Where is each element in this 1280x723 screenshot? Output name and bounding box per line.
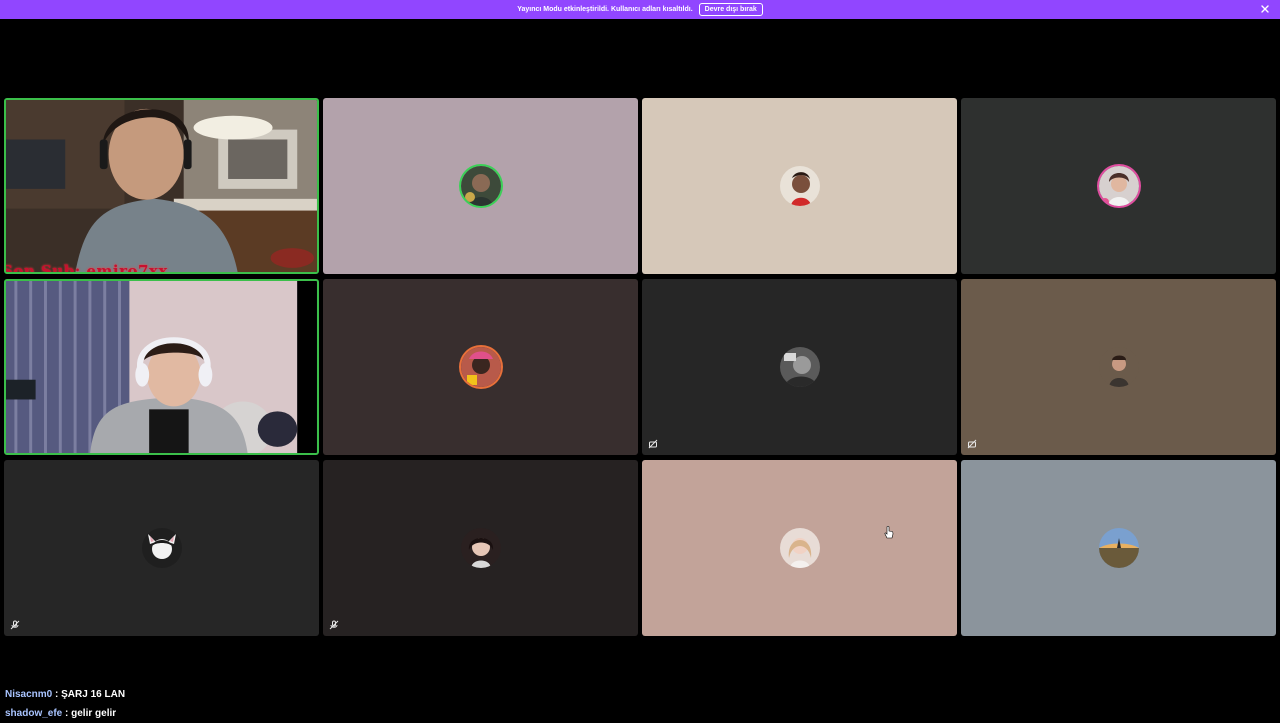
participant-tile-10[interactable]: [323, 460, 638, 636]
muted-mic-icon: [10, 620, 20, 630]
participant-avatar: [779, 528, 820, 568]
streamer-mode-text: Yayıncı Modu etkinleştirildi. Kullanıcı …: [517, 6, 693, 13]
participant-tile-3[interactable]: [642, 98, 957, 274]
chat-text: ŞARJ 16 LAN: [61, 689, 126, 700]
participant-tile-12[interactable]: [961, 460, 1276, 636]
chat-text: gelir gelir: [71, 708, 117, 719]
participant-avatar: [460, 528, 501, 568]
chat-message: Nisacnm0 : ŞARJ 16 LAN: [5, 689, 126, 700]
camera-off-icon: [648, 439, 658, 449]
participant-avatar: [141, 528, 182, 568]
participant-tile-11[interactable]: [642, 460, 957, 636]
chat-message: shadow_efe : gelir gelir: [5, 708, 117, 719]
participant-avatar: [460, 347, 501, 387]
participant-avatar: [779, 347, 820, 387]
camera-off-icon: [967, 439, 977, 449]
participant-avatar: [779, 166, 820, 206]
muted-mic-icon: [329, 620, 339, 630]
chat-username: shadow_efe: [5, 708, 63, 719]
participant-avatar: [1098, 166, 1139, 206]
participant-video-tile-5[interactable]: [4, 279, 319, 455]
participant-tile-8[interactable]: [961, 279, 1276, 455]
streamer-mode-banner: Yayıncı Modu etkinleştirildi. Kullanıcı …: [0, 0, 1280, 19]
participant-video-tile-1[interactable]: Son Sub: emiro7xx: [4, 98, 319, 274]
chat-username: Nisacnm0: [5, 689, 53, 700]
participant-tile-2[interactable]: [323, 98, 638, 274]
participant-avatar: [1098, 528, 1139, 568]
webcam-video-1: [6, 100, 317, 272]
hand-cursor-icon: [884, 526, 894, 539]
participant-tile-9[interactable]: [4, 460, 319, 636]
last-sub-overlay: Son Sub: emiro7xx: [4, 262, 168, 274]
participant-grid: Son Sub: emiro7xx: [4, 98, 1276, 637]
chat-overlay: Nisacnm0 : ŞARJ 16 LAN shadow_efe : geli…: [5, 685, 125, 723]
participant-tile-6[interactable]: [323, 279, 638, 455]
participant-tile-4[interactable]: [961, 98, 1276, 274]
participant-avatar: [460, 166, 501, 206]
disable-streamer-mode-button[interactable]: Devre dışı bırak: [698, 3, 763, 16]
close-icon[interactable]: [1259, 3, 1271, 15]
participant-tile-7[interactable]: [642, 279, 957, 455]
participant-avatar: [1098, 347, 1139, 387]
webcam-video-2: [6, 281, 317, 453]
